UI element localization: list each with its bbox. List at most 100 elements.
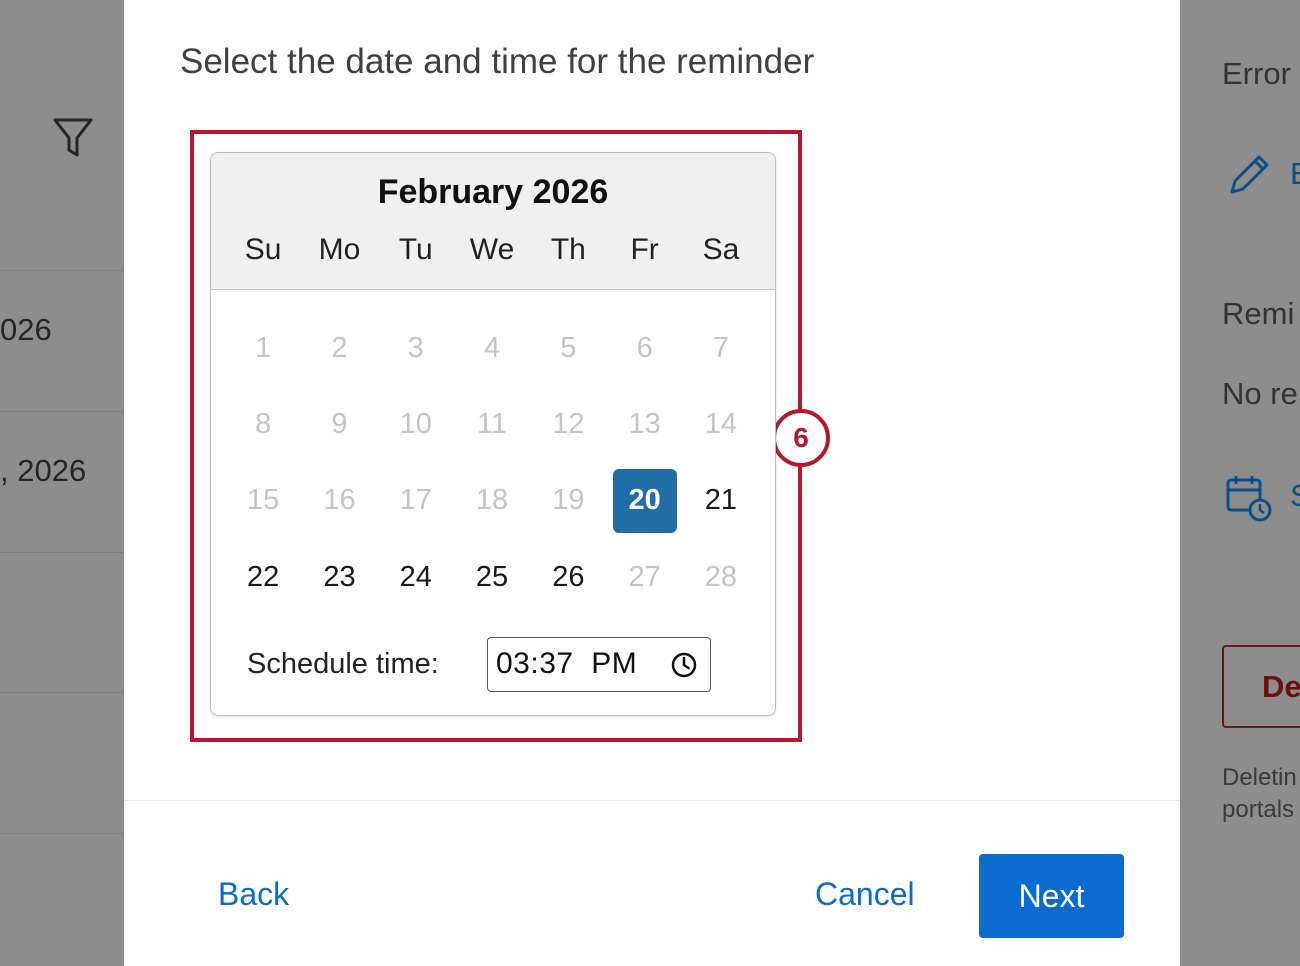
weekday-label: Sa: [702, 233, 740, 266]
calendar-day-number: 2: [331, 331, 348, 364]
calendar-day: 7: [683, 310, 759, 386]
calendar-month-label: February 2026: [377, 173, 609, 211]
schedule-link: S: [1290, 478, 1300, 514]
background-date-cell: 026: [0, 312, 52, 347]
calendar-day: 28: [683, 539, 759, 615]
calendar-day-number: 22: [247, 560, 280, 593]
calendar-day: 6: [606, 310, 682, 386]
row-divider: [0, 552, 124, 553]
calendar-day: 2: [301, 310, 377, 386]
calendar-week-row: 22 23 24 25 26 27 28: [225, 539, 759, 615]
calendar-day-number: 10: [399, 407, 432, 440]
calendar-day-number: 8: [255, 407, 272, 440]
weekday-label: Su: [244, 233, 282, 266]
calendar-day: 14: [683, 386, 759, 462]
calendar-day: 10: [378, 386, 454, 462]
calendar-day[interactable]: 22: [225, 539, 301, 615]
calendar-day[interactable]: 23: [301, 539, 377, 615]
calendar-day[interactable]: 24: [378, 539, 454, 615]
edit-link: E: [1290, 156, 1300, 192]
calendar-week-row: 8 9 10 11 12 13 14: [225, 386, 759, 462]
modal-footer: Back Cancel Next: [124, 800, 1180, 966]
calendar-day-number: 6: [636, 331, 653, 364]
calendar-day-number: 13: [628, 407, 661, 440]
calendar-week-row: 1 2 3 4 5 6 7: [225, 310, 759, 386]
calendar-day: 11: [454, 386, 530, 462]
weekday-label: We: [469, 233, 515, 266]
calendar-day-number: 28: [704, 560, 738, 593]
calendar-day-number: 14: [704, 407, 738, 440]
calendar-week-row: 15 16 17 18 19 20 21: [225, 463, 759, 539]
row-divider: [0, 692, 124, 693]
background-left-pane: 026 , 2026: [0, 0, 124, 966]
date-picker: February 2026 Su Mo Tu We Th Fr Sa 1 2 3 4 5 6 7 8 9 10…: [210, 152, 776, 716]
time-value: 03:37 PM: [496, 647, 638, 680]
calendar-day-number: 25: [475, 560, 509, 593]
calendar-day: 16: [301, 463, 377, 539]
calendar-day-number: 20: [612, 468, 677, 533]
calendar-days-grid: 1 2 3 4 5 6 7 8 9 10 11 12 13 14 15 16 17 18 19 20 21 22 23 24 2…: [225, 310, 759, 615]
calendar-day: 8: [225, 386, 301, 462]
calendar-day-number: 24: [399, 560, 432, 593]
calendar-day-number: 9: [331, 407, 348, 440]
background-date-cell: , 2026: [0, 453, 87, 488]
calendar-day: 9: [301, 386, 377, 462]
calendar-day-number: 19: [552, 484, 585, 517]
delete-button: De: [1222, 645, 1300, 728]
calendar-day: 15: [225, 463, 301, 539]
calendar-day-number: 15: [247, 484, 280, 517]
calendar-day-number: 27: [628, 560, 661, 593]
schedule-time-row: Schedule time: 03:37 PM: [247, 637, 711, 692]
calendar-day-number: 26: [552, 560, 585, 593]
calendar-day[interactable]: 21: [683, 463, 759, 539]
calendar-day: 1: [225, 310, 301, 386]
calendar-day: 4: [454, 310, 530, 386]
calendar-day-number: 21: [704, 484, 738, 517]
calendar-day-number: 11: [476, 407, 508, 440]
calendar-day: 27: [606, 539, 682, 615]
calendar-day-number: 1: [255, 331, 272, 364]
calendar-day: 13: [606, 386, 682, 462]
calendar-clock-icon: [1226, 476, 1272, 522]
schedule-time-label: Schedule time:: [247, 648, 439, 680]
background-right-pane: Error E Remi No re S De Deletin existin …: [1180, 0, 1300, 966]
row-divider: [0, 411, 124, 412]
error-label: Error: [1222, 56, 1291, 91]
delete-note: Deletin existin portals: [1222, 764, 1300, 823]
calendar-day: 12: [530, 386, 606, 462]
no-reminders-text: No re: [1222, 376, 1298, 411]
calendar-day: 17: [378, 463, 454, 539]
next-button[interactable]: Next: [979, 854, 1124, 938]
calendar-day: 19: [530, 463, 606, 539]
calendar-day-number: 17: [399, 484, 432, 517]
weekday-label: Fr: [630, 233, 659, 266]
calendar-day: 3: [378, 310, 454, 386]
weekday-label: Tu: [398, 233, 433, 266]
row-divider: [0, 270, 124, 271]
row-divider: [0, 833, 124, 834]
cancel-button[interactable]: Cancel: [815, 876, 915, 913]
weekday-header-row: Su Mo Tu We Th Fr Sa: [225, 233, 759, 267]
calendar-day-number: 3: [407, 331, 424, 364]
calendar-day[interactable]: 26: [530, 539, 606, 615]
modal-title: Select the date and time for the reminde…: [180, 42, 815, 81]
calendar-day: 18: [454, 463, 530, 539]
reminders-heading: Remi: [1222, 296, 1295, 331]
calendar-day-number: 12: [552, 407, 585, 440]
calendar-day-number: 18: [475, 484, 509, 517]
weekday-label: Mo: [318, 233, 361, 266]
back-button[interactable]: Back: [218, 876, 289, 913]
calendar-day-selected[interactable]: 20: [606, 463, 682, 539]
calendar-day-number: 16: [323, 484, 356, 517]
calendar-day[interactable]: 25: [454, 539, 530, 615]
step-callout-badge: 6: [772, 409, 830, 467]
schedule-time-input[interactable]: 03:37 PM: [487, 637, 711, 692]
calendar-day-number: 5: [560, 331, 577, 364]
clock-icon[interactable]: [670, 651, 698, 679]
calendar-header: February 2026 Su Mo Tu We Th Fr Sa: [211, 153, 775, 290]
delete-label: De: [1262, 669, 1300, 704]
calendar-day: 5: [530, 310, 606, 386]
pencil-icon: [1230, 155, 1269, 194]
calendar-day-number: 4: [483, 331, 501, 364]
weekday-label: Th: [550, 233, 586, 266]
